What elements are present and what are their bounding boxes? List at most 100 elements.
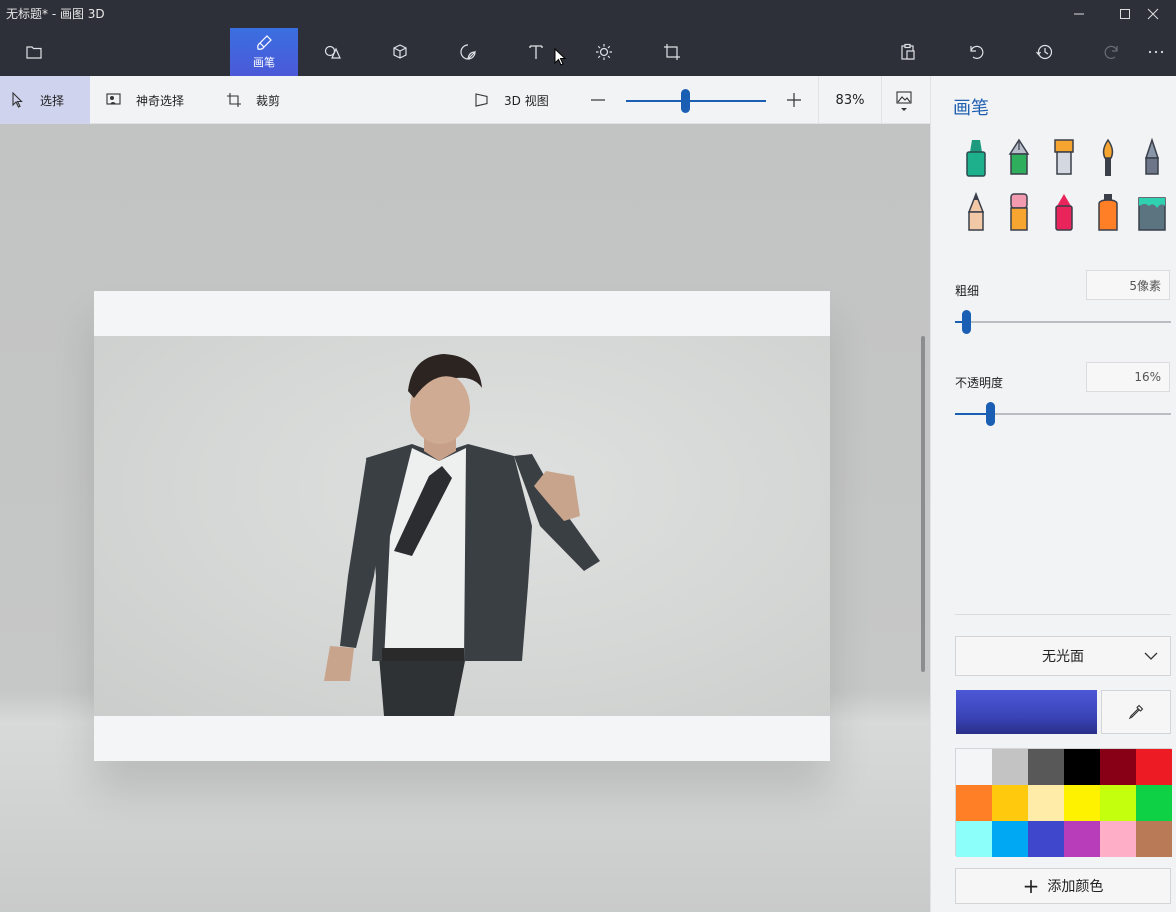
color-swatch[interactable]	[1100, 821, 1136, 857]
finish-dropdown[interactable]: 无光面	[955, 636, 1171, 676]
minimize-button[interactable]	[1056, 0, 1102, 28]
zoom-slider-track[interactable]	[626, 100, 766, 102]
photo-layer[interactable]	[94, 336, 830, 716]
main-toolbar: 画笔	[0, 28, 1176, 76]
tab-brushes-label: 画笔	[253, 56, 275, 69]
close-button[interactable]	[1130, 0, 1176, 28]
close-icon	[1147, 8, 1159, 20]
thickness-input[interactable]: 5像素	[1086, 270, 1170, 300]
window-title: 无标题* - 画图 3D	[6, 7, 105, 21]
oil-brush-icon[interactable]	[1049, 138, 1079, 178]
thickness-slider-thumb[interactable]	[961, 310, 971, 334]
opacity-slider-fill	[955, 413, 990, 415]
color-swatch[interactable]	[1064, 785, 1100, 821]
tab-canvas[interactable]	[638, 28, 706, 76]
opacity-label: 不透明度	[955, 376, 1004, 390]
spray-can-icon[interactable]	[1093, 192, 1123, 232]
magic-select-button[interactable]: 神奇选择	[106, 76, 184, 124]
tab-effects[interactable]	[570, 28, 638, 76]
paste-button[interactable]	[874, 28, 942, 76]
color-swatch[interactable]	[992, 821, 1028, 857]
undo-button[interactable]	[942, 28, 1010, 76]
color-swatch[interactable]	[992, 749, 1028, 785]
zoom-percent[interactable]: 83%	[818, 76, 882, 124]
finish-value: 无光面	[1042, 649, 1084, 665]
color-swatch[interactable]	[956, 821, 992, 857]
shapes-2d-icon	[324, 45, 341, 59]
text-icon	[529, 45, 543, 59]
history-icon	[1036, 44, 1053, 60]
panel-title: 画笔	[953, 98, 989, 119]
pixel-pen-icon[interactable]	[1137, 138, 1167, 178]
brush-icon	[257, 35, 272, 50]
color-swatch[interactable]	[1136, 785, 1172, 821]
more-icon	[1148, 50, 1164, 54]
view-3d-button[interactable]: 3D 视图	[474, 76, 549, 124]
minus-icon	[591, 99, 605, 101]
opacity-slider[interactable]	[955, 402, 1171, 426]
canvas[interactable]	[94, 291, 830, 761]
current-color-swatch[interactable]	[956, 690, 1097, 734]
history-button[interactable]	[1010, 28, 1078, 76]
thickness-slider[interactable]	[955, 310, 1171, 334]
magic-select-icon	[106, 93, 121, 105]
zoom-slider-thumb[interactable]	[680, 89, 690, 113]
man-in-suit-photo	[324, 354, 600, 716]
plus-icon	[787, 93, 801, 107]
folder-icon	[26, 46, 42, 59]
crop-icon	[227, 93, 241, 107]
magic-select-label: 神奇选择	[136, 93, 185, 108]
color-swatch[interactable]	[1064, 821, 1100, 857]
color-swatch[interactable]	[1100, 749, 1136, 785]
tab-2d-shapes[interactable]	[298, 28, 366, 76]
tab-brushes[interactable]: 画笔	[230, 28, 298, 76]
crop-label: 裁剪	[256, 93, 281, 108]
image-view-icon	[896, 90, 912, 104]
color-swatch[interactable]	[1028, 749, 1064, 785]
view-options-button[interactable]	[896, 76, 912, 124]
color-swatch[interactable]	[1028, 785, 1064, 821]
vertical-scrollbar[interactable]	[921, 336, 925, 672]
add-color-label: 添加颜色	[1047, 879, 1104, 895]
color-swatch[interactable]	[956, 785, 992, 821]
undo-icon	[970, 45, 984, 59]
pencil-icon[interactable]	[961, 192, 991, 232]
panel-divider	[955, 614, 1171, 615]
tab-stickers[interactable]	[434, 28, 502, 76]
color-swatch[interactable]	[1100, 785, 1136, 821]
select-label: 选择	[40, 93, 65, 108]
add-color-button[interactable]: + 添加颜色	[955, 868, 1171, 904]
chevron-down-icon	[1144, 652, 1158, 660]
color-swatch[interactable]	[1064, 749, 1100, 785]
pointer-icon	[12, 92, 23, 108]
redo-icon	[1104, 45, 1118, 59]
zoom-in-button[interactable]	[786, 76, 802, 124]
color-swatch[interactable]	[1136, 821, 1172, 857]
zoom-out-button[interactable]	[590, 76, 606, 124]
crop-button[interactable]: 裁剪	[226, 76, 280, 124]
color-swatch[interactable]	[992, 785, 1028, 821]
watercolor-icon[interactable]	[1093, 138, 1123, 178]
plus-icon: +	[1022, 874, 1040, 898]
calligraphy-pen-icon[interactable]	[1004, 138, 1034, 178]
tab-3d-shapes[interactable]	[366, 28, 434, 76]
thickness-label: 粗细	[955, 284, 980, 298]
menu-button[interactable]	[0, 28, 68, 76]
title-bar: 无标题* - 画图 3D	[0, 0, 1176, 28]
color-swatch[interactable]	[956, 749, 992, 785]
crayon-icon[interactable]	[1049, 192, 1079, 232]
marker-icon[interactable]	[961, 138, 991, 178]
eraser-icon[interactable]	[1004, 192, 1034, 232]
chevron-down-icon	[901, 107, 907, 111]
cube-icon	[393, 44, 407, 59]
opacity-slider-thumb[interactable]	[985, 402, 995, 426]
opacity-input[interactable]: 16%	[1086, 362, 1170, 392]
sticker-icon	[460, 44, 476, 60]
select-button[interactable]: 选择	[0, 76, 90, 124]
fill-bucket-icon[interactable]	[1137, 192, 1167, 232]
canvas-crop-icon	[664, 44, 680, 60]
eyedropper-button[interactable]	[1101, 690, 1171, 734]
more-button[interactable]	[1136, 28, 1176, 76]
color-swatch[interactable]	[1136, 749, 1172, 785]
color-swatch[interactable]	[1028, 821, 1064, 857]
